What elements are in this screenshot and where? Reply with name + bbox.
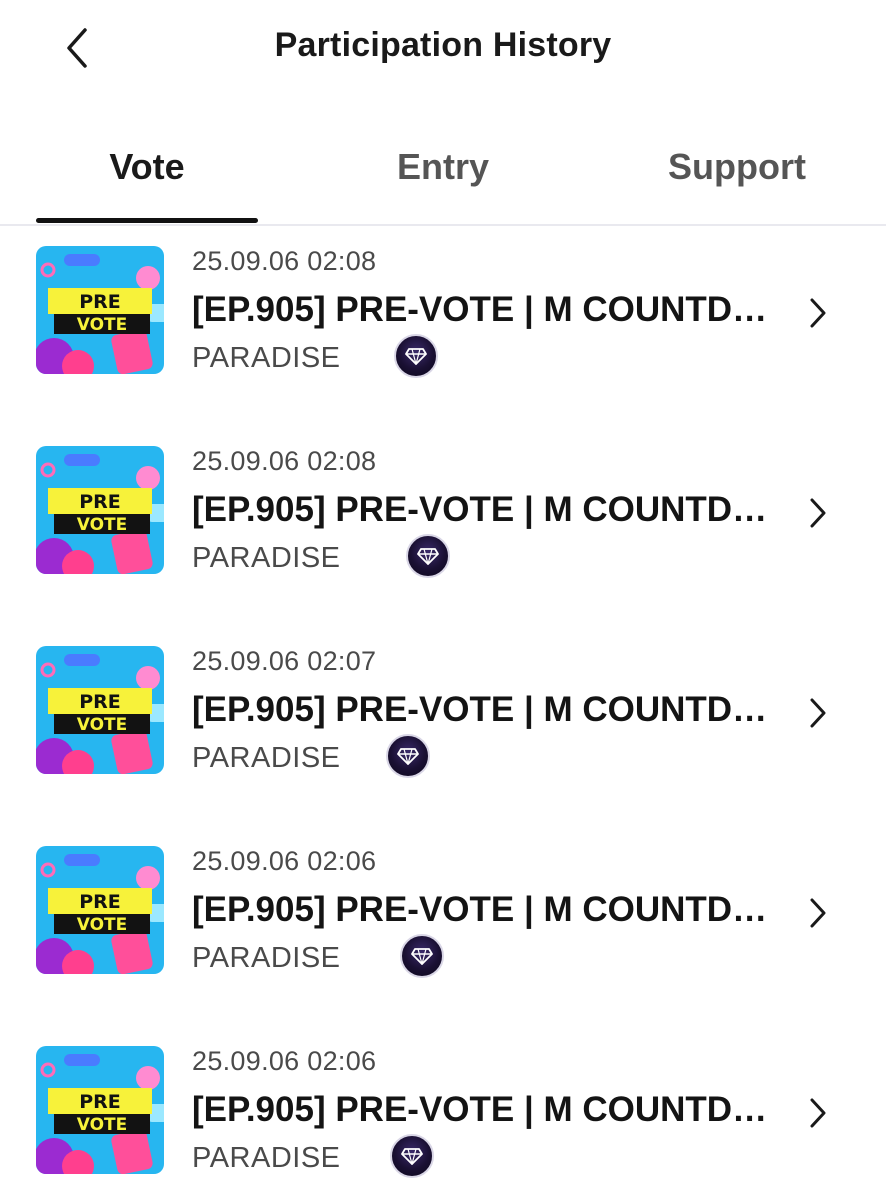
- thumb-line2: VOTE: [77, 1115, 128, 1135]
- candidate-name: PARADISE: [192, 1142, 341, 1174]
- participation-date: 25.09.06 02:07: [192, 646, 377, 676]
- active-tab-indicator: [36, 218, 258, 223]
- event-thumbnail: PRE VOTE: [36, 446, 164, 574]
- diamond-icon: [411, 948, 433, 965]
- tab-entry[interactable]: Entry: [332, 146, 554, 188]
- list-item[interactable]: PRE VOTE 25.09.06 02:07 [EP.905] PRE-VOT…: [0, 626, 886, 826]
- event-title: [EP.905] PRE-VOTE | M COUNTDOWN: [192, 490, 772, 529]
- event-title: [EP.905] PRE-VOTE | M COUNTDOWN: [192, 290, 772, 329]
- page-title: Participation History: [274, 26, 612, 64]
- diamond-icon: [405, 348, 427, 365]
- event-title: [EP.905] PRE-VOTE | M COUNTDOWN: [192, 1090, 772, 1129]
- participation-list: PRE VOTE 25.09.06 02:08 [EP.905] PRE-VOT…: [0, 226, 886, 1200]
- tab-vote[interactable]: Vote: [36, 146, 258, 188]
- event-thumbnail: PRE VOTE: [36, 246, 164, 374]
- participation-date: 25.09.06 02:06: [192, 1046, 377, 1076]
- event-thumbnail: PRE VOTE: [36, 646, 164, 774]
- event-thumbnail: PRE VOTE: [36, 846, 164, 974]
- thumb-line2: VOTE: [77, 915, 128, 935]
- list-item[interactable]: PRE VOTE 25.09.06 02:06 [EP.905] PRE-VOT…: [0, 1026, 886, 1200]
- diamond-icon: [401, 1148, 423, 1165]
- list-item[interactable]: PRE VOTE 25.09.06 02:06 [EP.905] PRE-VOT…: [0, 826, 886, 1026]
- artist-badge: [394, 334, 438, 378]
- app-header: Participation History: [0, 0, 886, 100]
- event-thumbnail: PRE VOTE: [36, 1046, 164, 1174]
- list-item[interactable]: PRE VOTE 25.09.06 02:08 [EP.905] PRE-VOT…: [0, 426, 886, 626]
- diamond-icon: [397, 748, 419, 765]
- thumb-line1: PRE: [79, 491, 121, 513]
- diamond-icon: [417, 548, 439, 565]
- tab-support[interactable]: Support: [626, 146, 848, 188]
- tab-bar: Vote Entry Support: [0, 128, 886, 226]
- thumb-line1: PRE: [79, 891, 121, 913]
- candidate-name: PARADISE: [192, 942, 341, 974]
- artist-badge: [386, 734, 430, 778]
- thumb-line2: VOTE: [77, 515, 128, 535]
- participation-date: 25.09.06 02:08: [192, 446, 377, 476]
- artist-badge: [390, 1134, 434, 1178]
- chevron-right-icon[interactable]: [800, 688, 836, 738]
- thumb-line1: PRE: [79, 291, 121, 313]
- thumb-line1: PRE: [79, 1091, 121, 1113]
- list-item[interactable]: PRE VOTE 25.09.06 02:08 [EP.905] PRE-VOT…: [0, 226, 886, 426]
- participation-date: 25.09.06 02:08: [192, 246, 377, 276]
- thumb-line1: PRE: [79, 691, 121, 713]
- candidate-name: PARADISE: [192, 542, 341, 574]
- thumb-line2: VOTE: [77, 315, 128, 335]
- event-title: [EP.905] PRE-VOTE | M COUNTDOWN: [192, 690, 772, 729]
- candidate-name: PARADISE: [192, 342, 341, 374]
- candidate-name: PARADISE: [192, 742, 341, 774]
- participation-date: 25.09.06 02:06: [192, 846, 377, 876]
- chevron-right-icon[interactable]: [800, 288, 836, 338]
- artist-badge: [400, 934, 444, 978]
- chevron-right-icon[interactable]: [800, 488, 836, 538]
- thumb-line2: VOTE: [77, 715, 128, 735]
- artist-badge: [406, 534, 450, 578]
- chevron-right-icon[interactable]: [800, 1088, 836, 1138]
- event-title: [EP.905] PRE-VOTE | M COUNTDOWN: [192, 890, 772, 929]
- chevron-right-icon[interactable]: [800, 888, 836, 938]
